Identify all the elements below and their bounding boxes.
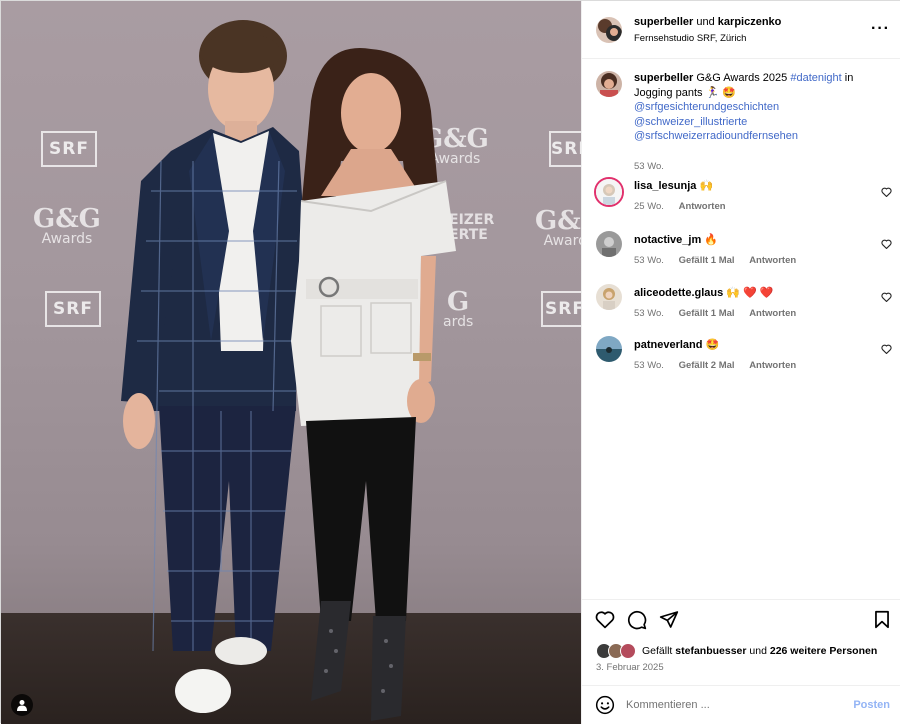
wall-logo-gg: G&G Awards bbox=[535, 206, 581, 249]
like-comment-heart-icon[interactable] bbox=[881, 239, 892, 249]
location-link[interactable]: Fernsehstudio SRF, Zürich bbox=[634, 33, 746, 44]
bookmark-icon[interactable] bbox=[874, 610, 890, 629]
comment-text: notactive_jm 🔥 bbox=[634, 233, 872, 248]
comment-meta: 53 Wo. Gefällt 2 Mal Antworten bbox=[634, 360, 808, 371]
comment-item: patneverland 🤩 53 Wo. Gefällt 2 Mal Antw… bbox=[582, 336, 900, 380]
comment-text: patneverland 🤩 bbox=[634, 338, 872, 353]
comment-like-count[interactable]: Gefällt 2 Mal bbox=[679, 360, 735, 371]
reply-button[interactable]: Antworten bbox=[749, 308, 796, 319]
wall-logo-srf: SRF bbox=[45, 291, 101, 327]
caption-text: superbeller G&G Awards 2025 #datenight i… bbox=[634, 71, 872, 144]
more-horizontal-icon: ··· bbox=[871, 20, 890, 37]
comment-text: lisa_lesunja 🙌 bbox=[634, 179, 872, 194]
comment-avatar[interactable] bbox=[596, 231, 622, 257]
comment-body: 🔥 bbox=[704, 234, 719, 246]
post-comment-button[interactable]: Posten bbox=[853, 699, 890, 711]
like-comment-heart-icon[interactable] bbox=[881, 187, 892, 197]
instagram-post-modal: SRF G&G Awards SRF SRF SRF G&G Awards EI… bbox=[0, 0, 900, 724]
person-icon bbox=[17, 700, 27, 711]
caption-age: 53 Wo. bbox=[634, 161, 664, 172]
comment-body: 🤩 bbox=[705, 339, 720, 351]
post-header: superbeller und karpiczenko Fernsehstudi… bbox=[582, 1, 900, 59]
comment-avatar[interactable] bbox=[596, 284, 622, 310]
wall-logo-srf: SRF bbox=[549, 131, 581, 167]
post-photo[interactable]: SRF G&G Awards SRF SRF SRF G&G Awards EI… bbox=[1, 1, 581, 724]
comment-avatar[interactable] bbox=[596, 336, 622, 362]
comment-input[interactable] bbox=[626, 695, 846, 715]
reply-button[interactable]: Antworten bbox=[679, 201, 726, 212]
comment-avatar[interactable] bbox=[594, 177, 624, 207]
caption-avatar[interactable] bbox=[596, 71, 622, 97]
caption-body: G&G Awards 2025 bbox=[696, 72, 788, 84]
comment-like-count[interactable]: Gefällt 1 Mal bbox=[679, 308, 735, 319]
caption-body-tail: in bbox=[844, 72, 854, 84]
liker-avatars bbox=[596, 643, 640, 659]
reply-button[interactable]: Antworten bbox=[749, 360, 796, 371]
reply-button[interactable]: Antworten bbox=[749, 255, 796, 266]
mention-link[interactable]: @srfschweizerradioundfernsehen bbox=[634, 130, 798, 142]
like-comment-heart-icon[interactable] bbox=[881, 292, 892, 302]
comment-text: aliceodette.glaus 🙌 ❤️ ❤️ bbox=[634, 286, 872, 301]
emoji-icon[interactable] bbox=[595, 695, 615, 715]
tagged-users-button[interactable] bbox=[11, 694, 33, 716]
author-link-superbeller[interactable]: superbeller bbox=[634, 16, 693, 28]
comment-age: 53 Wo. bbox=[634, 360, 664, 371]
comment-item: lisa_lesunja 🙌 25 Wo. Antworten bbox=[582, 177, 900, 221]
comments-list[interactable]: superbeller G&G Awards 2025 #datenight i… bbox=[582, 59, 900, 599]
comment-age: 53 Wo. bbox=[634, 308, 664, 319]
comment-item: notactive_jm 🔥 53 Wo. Gefällt 1 Mal Antw… bbox=[582, 231, 900, 275]
comment-like-count[interactable]: Gefällt 1 Mal bbox=[679, 255, 735, 266]
mention-link[interactable]: @srfgesichterundgeschichten bbox=[634, 101, 779, 113]
liker-username[interactable]: stefanbuesser bbox=[675, 645, 746, 657]
author-names: superbeller und karpiczenko bbox=[634, 16, 781, 28]
caption-meta: 53 Wo. bbox=[634, 161, 676, 172]
hashtag-link[interactable]: #datenight bbox=[790, 72, 841, 84]
share-paper-plane-icon[interactable] bbox=[659, 610, 679, 629]
caption-line2: Jogging pants 🏃‍♀️ 🤩 bbox=[634, 86, 737, 99]
comment-body: 🙌 bbox=[699, 180, 714, 192]
comment-bubble-icon[interactable] bbox=[627, 610, 647, 630]
other-likers-link[interactable]: 226 weitere Personen bbox=[770, 645, 877, 657]
author-joiner: und bbox=[696, 16, 715, 28]
caption: superbeller G&G Awards 2025 #datenight i… bbox=[582, 71, 900, 172]
comment-username[interactable]: aliceodette.glaus bbox=[634, 287, 723, 299]
comment-body: 🙌 ❤️ ❤️ bbox=[726, 287, 774, 299]
like-heart-icon[interactable] bbox=[595, 610, 615, 629]
wall-logo-srf: SRF bbox=[541, 291, 581, 327]
wall-logo-srf: SRF bbox=[41, 131, 97, 167]
comment-username[interactable]: lisa_lesunja bbox=[634, 180, 696, 192]
likes-text: Gefällt stefanbuesser und 226 weitere Pe… bbox=[642, 645, 878, 657]
post-date: 3. Februar 2025 bbox=[596, 662, 664, 673]
author-link-karpiczenko[interactable]: karpiczenko bbox=[718, 16, 782, 28]
comment-composer: Posten bbox=[582, 685, 900, 724]
comment-item: aliceodette.glaus 🙌 ❤️ ❤️ 53 Wo. Gefällt… bbox=[582, 284, 900, 328]
author-avatar-collab[interactable] bbox=[596, 17, 622, 43]
comment-age: 25 Wo. bbox=[634, 201, 664, 212]
likes-summary[interactable]: Gefällt stefanbuesser und 226 weitere Pe… bbox=[596, 643, 877, 659]
comment-meta: 25 Wo. Antworten bbox=[634, 201, 738, 212]
more-options-button[interactable]: ··· bbox=[871, 21, 890, 37]
like-comment-heart-icon[interactable] bbox=[881, 344, 892, 354]
wall-logo-gg: G&G Awards bbox=[33, 204, 101, 247]
comment-meta: 53 Wo. Gefällt 1 Mal Antworten bbox=[634, 308, 808, 319]
comment-username[interactable]: patneverland bbox=[634, 339, 702, 351]
woman-figure bbox=[291, 48, 456, 721]
comment-username[interactable]: notactive_jm bbox=[634, 234, 701, 246]
post-actions: Gefällt stefanbuesser und 226 weitere Pe… bbox=[582, 599, 900, 685]
liker-avatar bbox=[620, 643, 636, 659]
caption-username[interactable]: superbeller bbox=[634, 72, 693, 84]
mention-link[interactable]: @schweizer_illustrierte bbox=[634, 116, 747, 128]
post-side-panel: superbeller und karpiczenko Fernsehstudi… bbox=[581, 1, 900, 724]
comment-age: 53 Wo. bbox=[634, 255, 664, 266]
comment-meta: 53 Wo. Gefällt 1 Mal Antworten bbox=[634, 255, 808, 266]
